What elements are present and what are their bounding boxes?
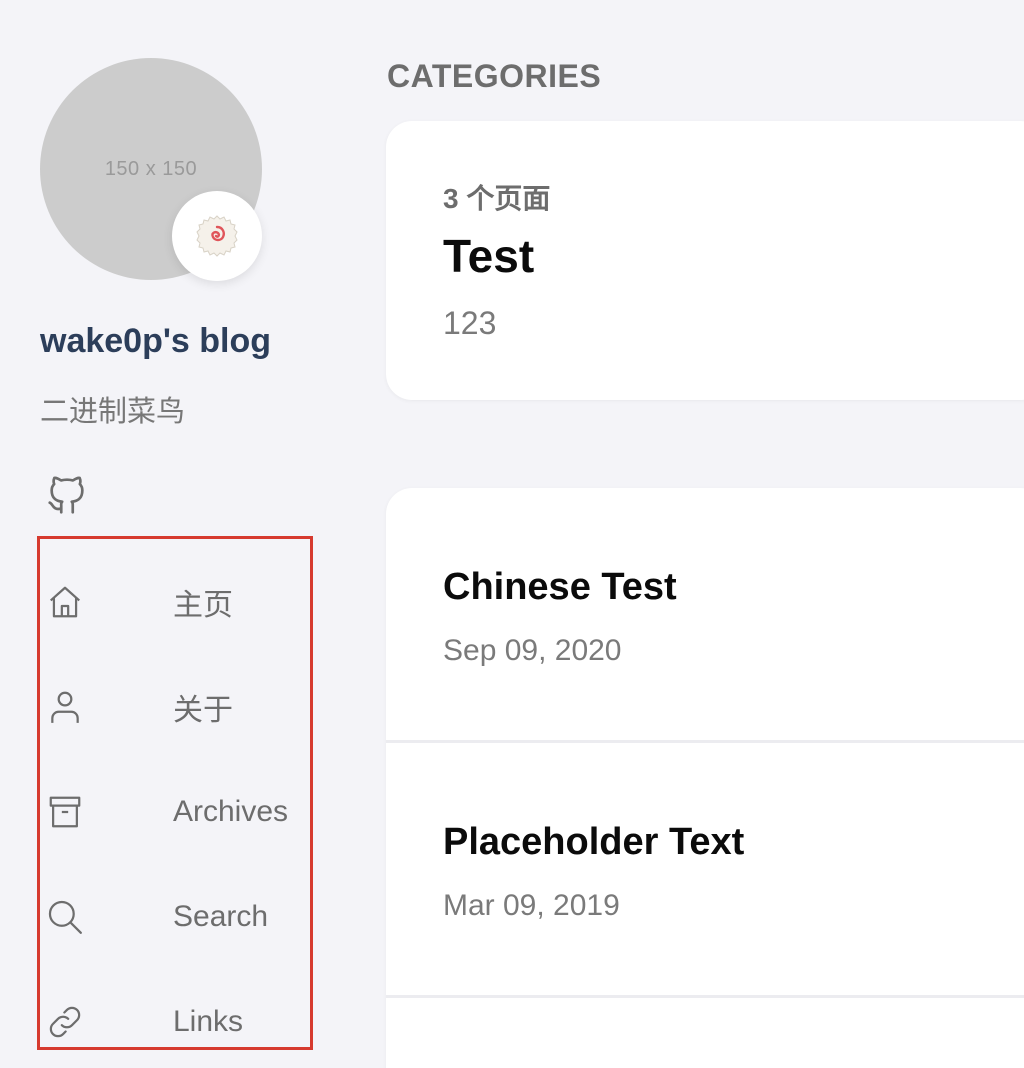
section-heading: CATEGORIES <box>387 58 602 94</box>
page: 150 x 150 wake0p's blog 二进制菜鸟 主页 关于 Arch… <box>0 0 1024 1068</box>
nav-item-archives[interactable]: Archives <box>40 782 310 842</box>
nav-label-home: 主页 <box>173 589 233 622</box>
search-icon <box>44 896 86 938</box>
category-page-count: 3 个页面 <box>443 183 551 214</box>
post-date: Mar 09, 2019 <box>443 889 620 922</box>
sidebar-nav: 主页 关于 Archives Search Links <box>37 536 313 1050</box>
nav-item-search[interactable]: Search <box>40 887 310 947</box>
nav-item-home[interactable]: 主页 <box>40 572 310 632</box>
nav-label-search: Search <box>173 900 269 933</box>
site-title[interactable]: wake0p's blog <box>40 322 271 361</box>
post-list: Chinese Test Sep 09, 2020 Placeholder Te… <box>386 488 1024 1068</box>
post-item[interactable]: Placeholder Text Mar 09, 2019 <box>386 743 1024 997</box>
category-card[interactable]: 3 个页面 Test 123 <box>386 121 1024 400</box>
nav-label-links: Links <box>173 1005 244 1038</box>
post-title[interactable]: Chinese Test <box>443 566 677 609</box>
site-subtitle: 二进制菜鸟 <box>40 396 186 428</box>
avatar-badge-emoji-icon <box>172 191 262 281</box>
nav-item-about[interactable]: 关于 <box>40 677 310 737</box>
post-date: Sep 09, 2020 <box>443 634 622 667</box>
github-icon[interactable] <box>42 470 92 520</box>
nav-item-links[interactable]: Links <box>40 992 310 1052</box>
avatar-placeholder-text: 150 x 150 <box>104 157 198 180</box>
archive-icon <box>44 791 86 833</box>
category-description: 123 <box>443 305 497 341</box>
nav-label-archives: Archives <box>173 795 289 828</box>
user-icon <box>44 686 86 728</box>
post-divider <box>386 995 1024 998</box>
nav-label-about: 关于 <box>173 694 233 727</box>
fishcake-icon <box>196 215 238 257</box>
category-name[interactable]: Test <box>443 229 534 283</box>
post-item[interactable]: Chinese Test Sep 09, 2020 <box>386 488 1024 742</box>
link-icon <box>44 1001 86 1043</box>
post-title[interactable]: Placeholder Text <box>443 821 744 864</box>
home-icon <box>44 581 86 623</box>
